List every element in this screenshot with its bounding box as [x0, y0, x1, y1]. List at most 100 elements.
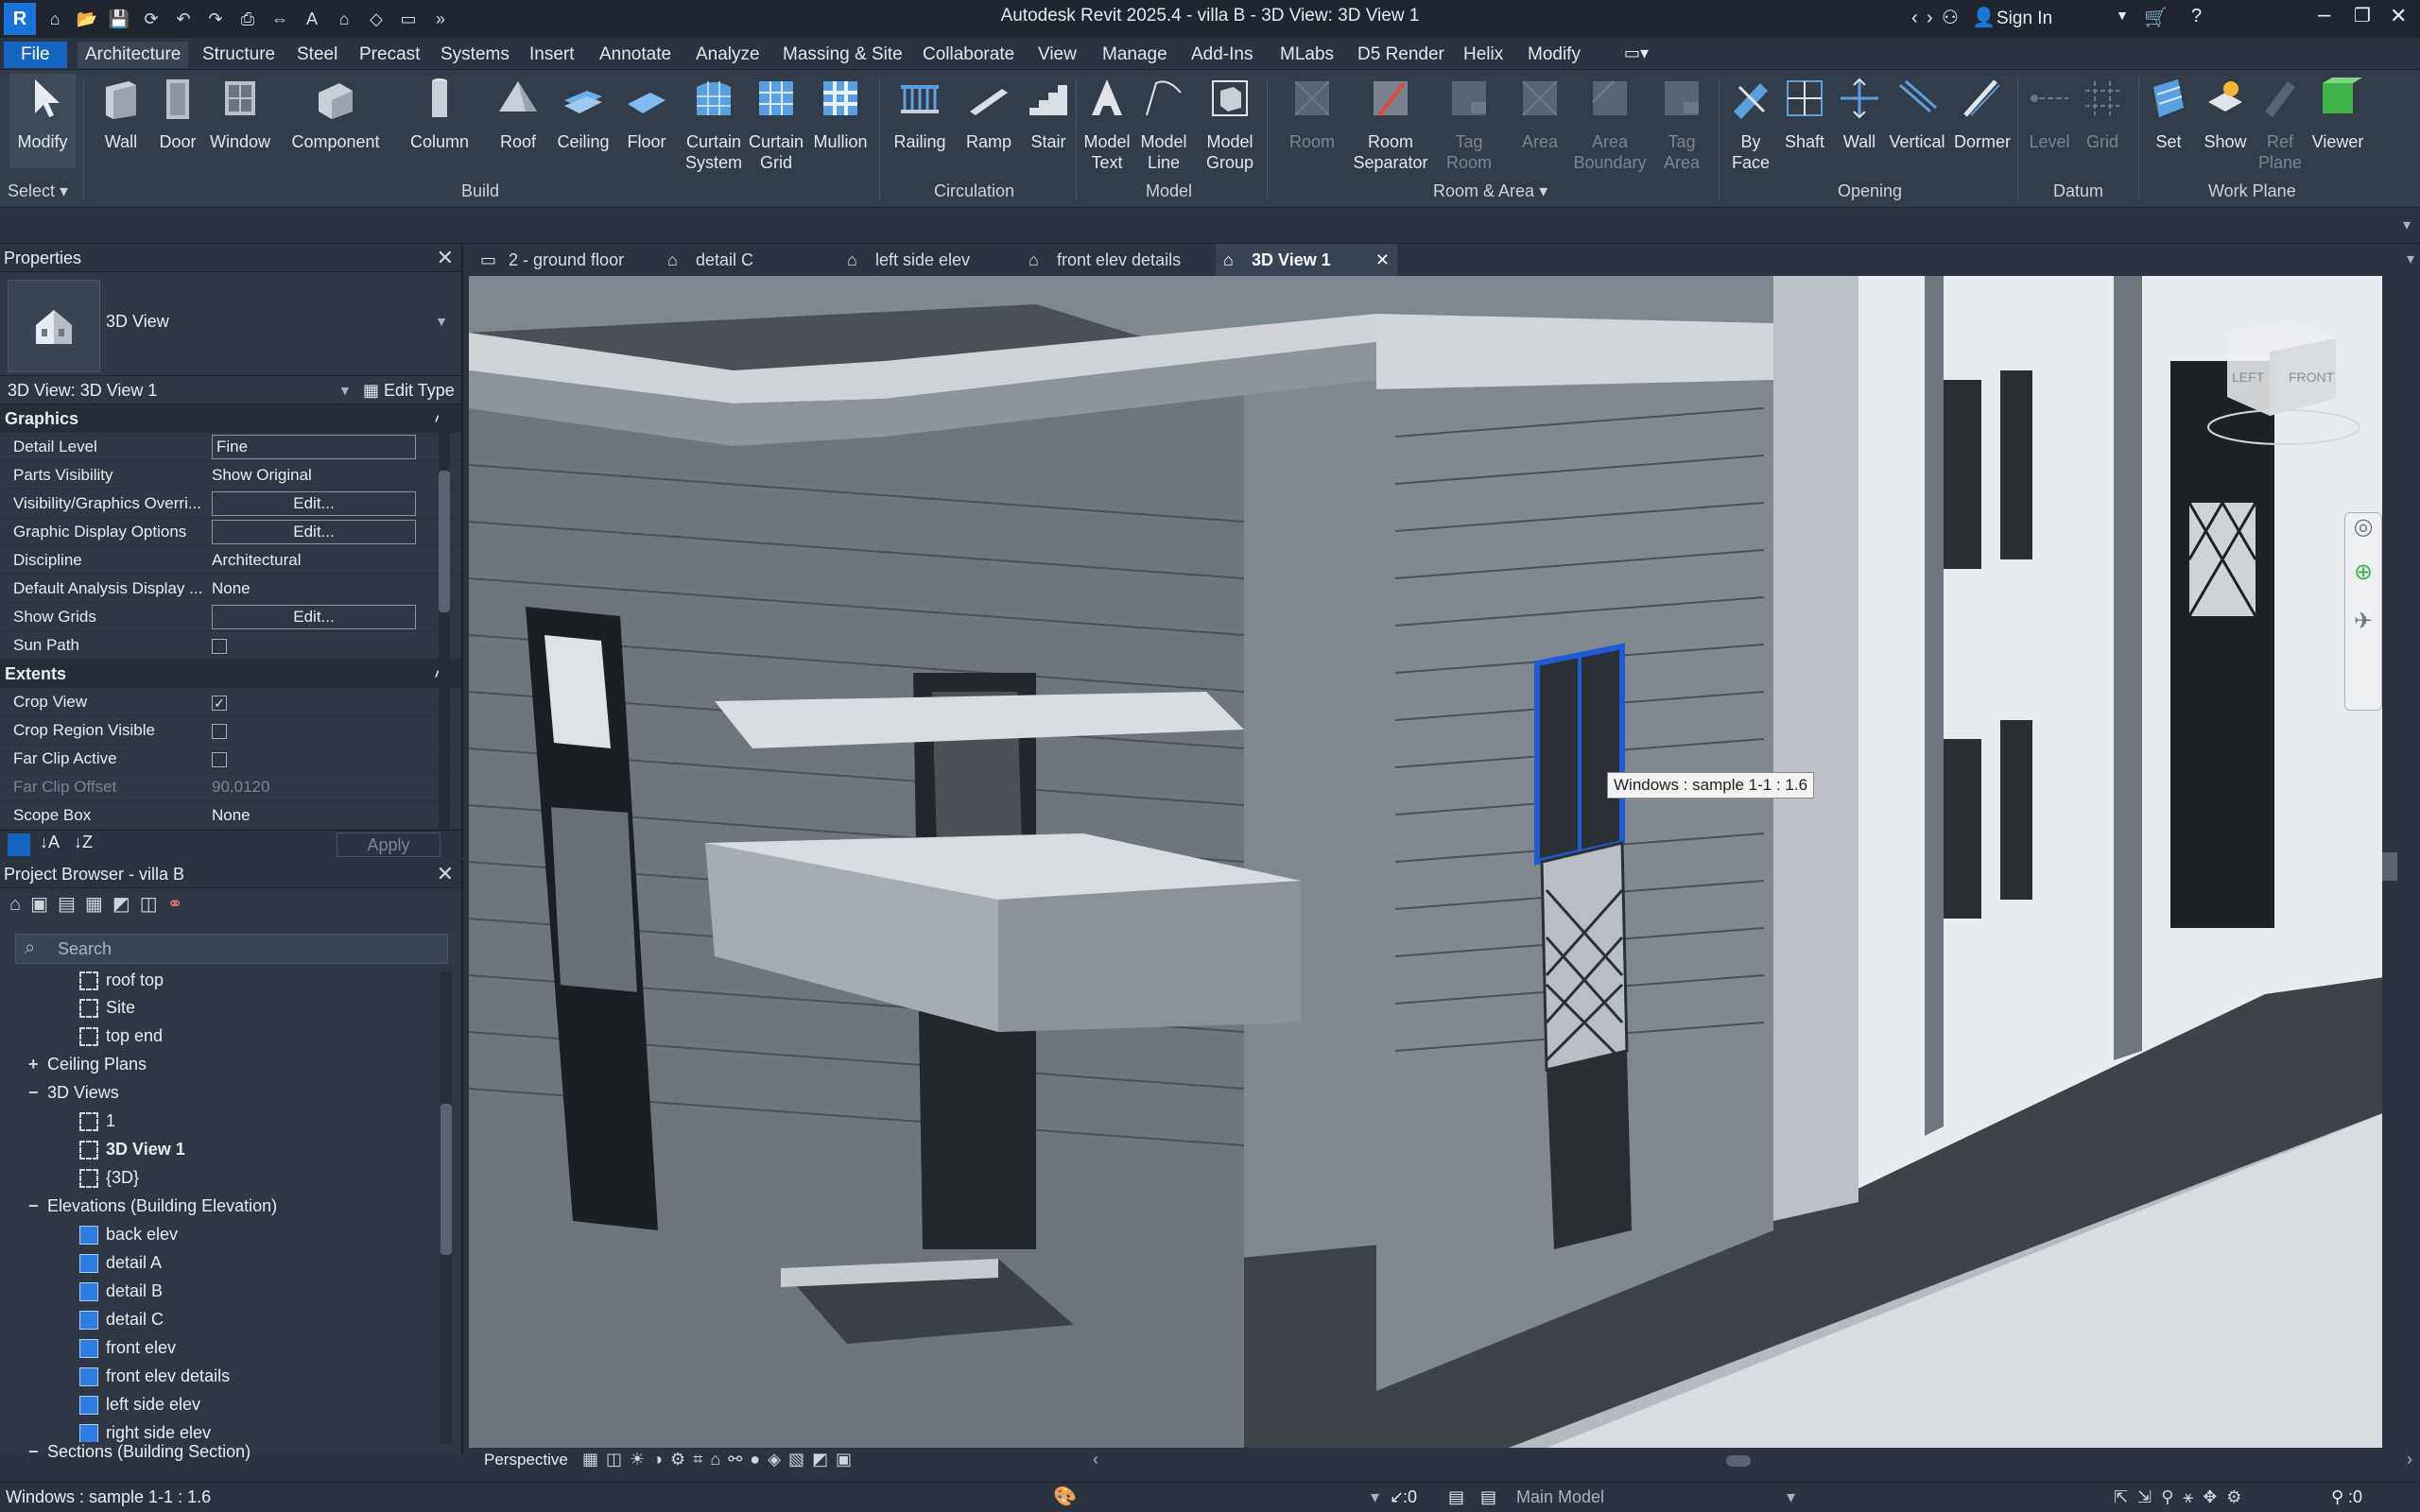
shadows-icon[interactable]: ◑ [652, 1450, 670, 1469]
expand-icon[interactable]: + [28, 1050, 47, 1078]
tree-item[interactable]: front elev details [79, 1362, 230, 1390]
lock-view-icon[interactable]: ⚯ [728, 1450, 750, 1469]
tab-architecture[interactable]: Architecture [78, 42, 189, 68]
tab-d5-render[interactable]: D5 Render [1350, 42, 1452, 68]
roof-button[interactable]: Roof [490, 74, 546, 152]
tab-helix[interactable]: Helix [1456, 42, 1511, 68]
door-button[interactable]: Door [151, 74, 204, 152]
schedules-icon[interactable]: ▦ [85, 894, 112, 915]
3d-viewport[interactable]: LEFT FRONT ◎ ⊕ ✈ Windows : sample 1-1 : … [469, 276, 2397, 1448]
tab-collaborate[interactable]: Collaborate [915, 42, 1022, 68]
tree-item[interactable]: {3D} [79, 1163, 139, 1192]
user-icon[interactable]: 👤 [1972, 6, 1996, 29]
visual-style-icon[interactable]: ◫ [606, 1450, 630, 1469]
room-area-panel-label[interactable]: Room & Area ▾ [1433, 181, 1547, 201]
instance-selector[interactable]: 3D View: 3D View 1 ▼ ▦ Edit Type [0, 376, 461, 404]
chevron-down-icon[interactable]: ▼ [435, 314, 448, 329]
redo-icon[interactable]: ↷ [202, 6, 229, 32]
ceiling-button[interactable]: Ceiling [552, 74, 614, 152]
curtain-system-button[interactable]: Curtain System [681, 74, 747, 173]
text-icon[interactable]: A [299, 6, 325, 32]
worksharing-icon[interactable]: ▧ [788, 1450, 812, 1469]
detail-level-icon[interactable]: ▦ [582, 1450, 606, 1469]
close-tab-icon[interactable]: ✕ [1375, 244, 1390, 276]
help-icon[interactable]: ? [2191, 6, 2202, 27]
close-icon[interactable]: ✕ [437, 860, 454, 888]
minimize-icon[interactable]: – [2318, 2, 2330, 28]
nav-back-icon[interactable]: ‹ [1911, 8, 1918, 29]
ref-plane-button[interactable]: Ref Plane [2254, 74, 2307, 173]
cart-icon[interactable]: 🛒 [2144, 6, 2168, 29]
view-tab[interactable]: ⌂ detail C [660, 244, 767, 276]
tree-item[interactable]: Site [79, 993, 135, 1022]
column-button[interactable]: Column [406, 74, 473, 152]
view-tab[interactable]: ▭ 2 - ground floor [473, 244, 637, 276]
tree-item[interactable]: back elev [79, 1220, 178, 1248]
stair-button[interactable]: Stair [1021, 74, 1076, 152]
analysis-display-value[interactable]: None [212, 575, 416, 603]
properties-scrollbar[interactable] [439, 414, 450, 830]
undo-icon[interactable]: ↶ [170, 6, 197, 32]
crop-region-visible-checkbox[interactable] [212, 723, 227, 739]
viewer-button[interactable]: Viewer [2307, 74, 2369, 152]
tree-group[interactable]: − Elevations (Building Elevation) [28, 1192, 277, 1220]
tab-steel[interactable]: Steel [289, 42, 345, 68]
tab-mlabs[interactable]: MLabs [1272, 42, 1341, 68]
mullion-button[interactable]: Mullion [807, 74, 873, 152]
floor-button[interactable]: Floor [618, 74, 675, 152]
vertical-button[interactable]: Vertical [1887, 74, 1947, 152]
constraints-icon[interactable]: ▣ [836, 1450, 859, 1469]
groups-icon[interactable]: ◫ [140, 894, 167, 915]
tab-systems[interactable]: Systems [433, 42, 517, 68]
sync-icon[interactable]: ⟳ [138, 6, 164, 32]
options-bar-menu-icon[interactable]: ▾ [2403, 215, 2411, 234]
crop-view-checkbox[interactable]: ✓ [212, 695, 227, 711]
nav-forward-icon[interactable]: › [1927, 8, 1933, 29]
projection-mode[interactable]: Perspective [484, 1451, 568, 1469]
horizontal-scrollbar-thumb[interactable] [1726, 1455, 1751, 1467]
tab-add-ins[interactable]: Add-Ins [1184, 42, 1260, 68]
tree-group[interactable]: + Ceiling Plans [28, 1050, 147, 1078]
sort-descending-icon[interactable]: ↓Z [74, 833, 93, 852]
window-button[interactable]: Window [206, 74, 274, 152]
graphic-display-edit-button[interactable]: Edit... [212, 520, 416, 544]
zoom-icon[interactable]: ⊕ [2345, 558, 2381, 608]
curtain-grid-button[interactable]: Curtain Grid [745, 74, 807, 173]
vg-overrides-edit-button[interactable]: Edit... [212, 491, 416, 516]
main-model-icon[interactable]: ▤ [1480, 1483, 1496, 1511]
show-button[interactable]: Show [2199, 74, 2252, 152]
analysis-icon[interactable]: ◩ [812, 1450, 836, 1469]
tab-annotate[interactable]: Annotate [592, 42, 679, 68]
shaft-button[interactable]: Shaft [1777, 74, 1832, 152]
model-text-button[interactable]: Model Text [1078, 74, 1136, 173]
sort-ascending-icon[interactable]: ↓A [40, 833, 60, 852]
ramp-button[interactable]: Ramp [960, 74, 1017, 152]
chevron-down-icon[interactable]: ▾ [1371, 1483, 1379, 1511]
type-selector[interactable]: 3D View ▼ [0, 272, 461, 376]
scroll-left-icon[interactable]: ‹ [1093, 1450, 1098, 1469]
categorized-icon[interactable] [8, 833, 30, 856]
filter-icon[interactable]: ⚲ [2331, 1483, 2343, 1511]
graphics-group-header[interactable]: Graphics˄ [0, 404, 461, 433]
tab-massing-site[interactable]: Massing & Site [775, 42, 910, 68]
sign-in-link[interactable]: Sign In [1996, 9, 2052, 29]
tree-item[interactable]: front elev [79, 1333, 176, 1362]
room-button[interactable]: Room [1286, 74, 1339, 152]
model-line-button[interactable]: Model Line [1134, 74, 1193, 173]
collapse-icon[interactable]: − [28, 1192, 47, 1220]
open-icon[interactable]: 📂 [74, 6, 100, 32]
discipline-value[interactable]: Architectural [212, 546, 416, 575]
browser-scrollbar[interactable] [441, 971, 452, 1444]
tab-precast[interactable]: Precast [352, 42, 427, 68]
detail-level-field[interactable]: Fine [212, 435, 416, 459]
steering-wheel-icon[interactable]: ◎ [2345, 513, 2381, 558]
home-icon[interactable]: ⌂ [42, 6, 68, 32]
tab-insert[interactable]: Insert [522, 42, 582, 68]
sun-path-checkbox[interactable] [212, 638, 227, 654]
model-group-button[interactable]: Model Group [1197, 74, 1263, 173]
edit-type-button[interactable]: ▦ Edit Type [363, 376, 455, 404]
render-icon[interactable]: ⚙ [670, 1450, 693, 1469]
ribbon-toggle-icon[interactable]: ▭▾ [1624, 43, 1649, 63]
tab-modify[interactable]: Modify [1520, 42, 1588, 68]
crop-region-icon[interactable]: ⌂ [710, 1450, 728, 1469]
